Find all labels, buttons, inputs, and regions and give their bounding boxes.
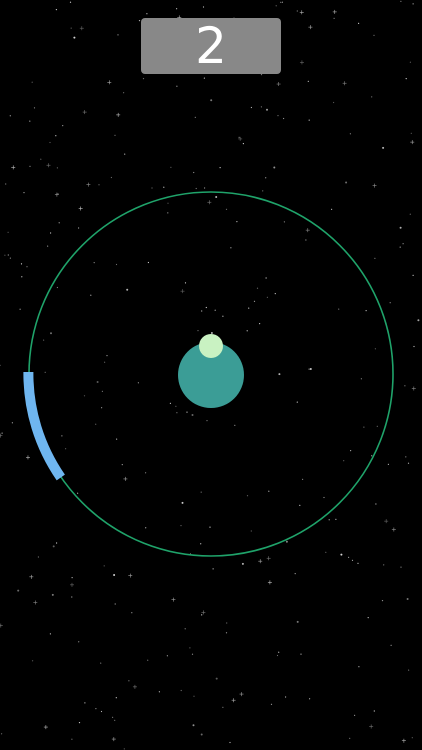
score-panel: 2 xyxy=(141,18,281,74)
moon-icon xyxy=(199,334,223,358)
game-scene xyxy=(23,191,394,557)
game-screen[interactable]: 2 xyxy=(0,0,422,750)
score-value: 2 xyxy=(195,17,227,75)
player-paddle[interactable] xyxy=(23,371,65,481)
